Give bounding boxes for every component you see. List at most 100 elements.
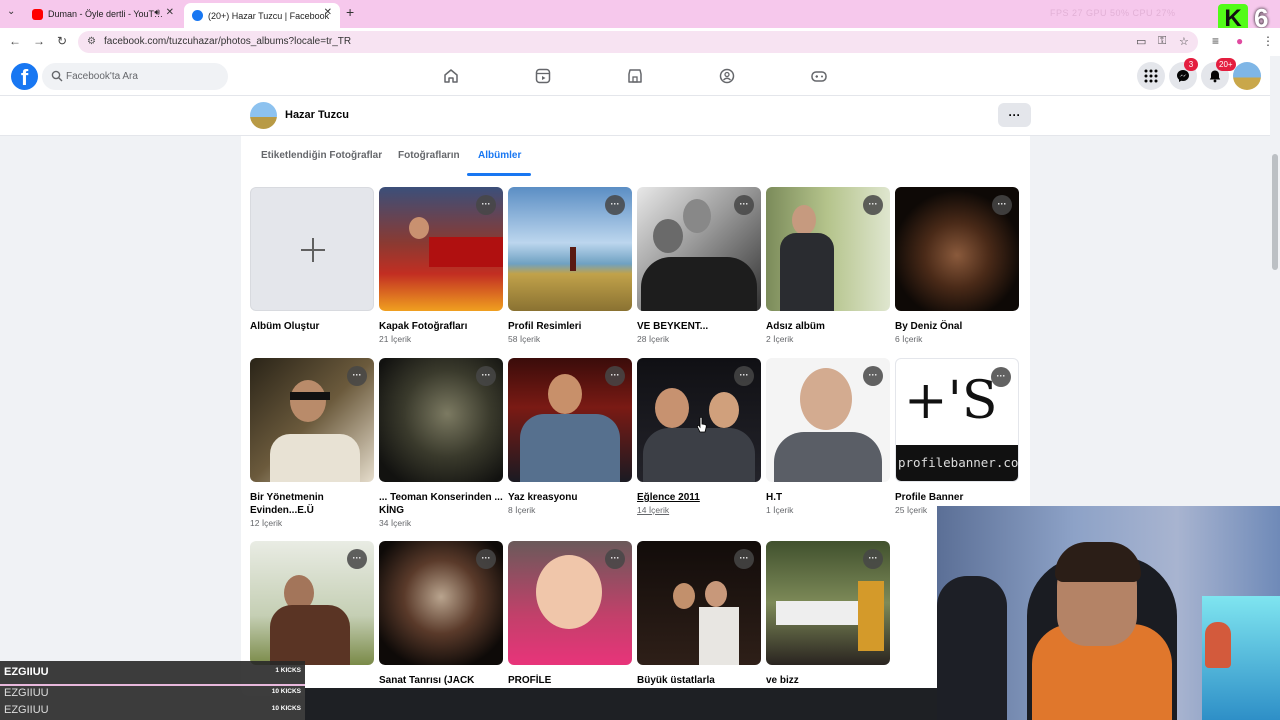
album-title[interactable]: Adsız albüm bbox=[766, 320, 890, 333]
album-options-icon[interactable]: ··· bbox=[347, 366, 367, 386]
album-card[interactable]: ··· Adsız albüm 2 İçerik bbox=[766, 187, 890, 344]
tab-albums[interactable]: Albümler bbox=[478, 150, 521, 161]
album-card[interactable]: ··· PROFİLE bbox=[508, 541, 632, 686]
tab-your-photos[interactable]: Fotoğrafların bbox=[398, 150, 460, 161]
album-thumbnail[interactable]: ··· bbox=[379, 541, 503, 665]
album-thumbnail[interactable]: ··· bbox=[250, 541, 374, 665]
profile-more-button[interactable]: ··· bbox=[998, 103, 1031, 127]
album-thumbnail[interactable]: ··· bbox=[508, 541, 632, 665]
album-options-icon[interactable]: ··· bbox=[734, 549, 754, 569]
tab-search-icon[interactable]: ⌄ bbox=[7, 6, 15, 17]
album-thumbnail[interactable]: ··· bbox=[766, 187, 890, 311]
album-thumbnail[interactable]: +'S profilebanner.com ··· bbox=[895, 358, 1019, 482]
scrollbar-thumb[interactable] bbox=[1272, 154, 1278, 270]
album-thumbnail[interactable]: ··· bbox=[379, 358, 503, 482]
album-options-icon[interactable]: ··· bbox=[991, 367, 1011, 387]
bookmark-star-icon[interactable]: ☆ bbox=[1179, 35, 1189, 48]
album-options-icon[interactable]: ··· bbox=[863, 366, 883, 386]
album-title[interactable]: PROFİLE bbox=[508, 674, 632, 687]
album-thumbnail[interactable] bbox=[250, 187, 374, 311]
album-title[interactable]: ... Teoman Konserinden ... KİNG bbox=[379, 491, 503, 517]
album-card[interactable]: ··· Sanat Tanrısı (JACK bbox=[379, 541, 503, 686]
album-title[interactable]: Eğlence 2011 bbox=[637, 491, 761, 504]
facebook-logo-icon[interactable]: f bbox=[11, 63, 38, 90]
profile-name[interactable]: Hazar Tuzcu bbox=[285, 109, 349, 121]
album-title[interactable]: By Deniz Önal bbox=[895, 320, 1019, 333]
gaming-icon[interactable] bbox=[810, 67, 828, 85]
album-title[interactable]: Sanat Tanrısı (JACK bbox=[379, 674, 503, 687]
tab-tagged-photos[interactable]: Etiketlendiğin Fotoğraflar bbox=[261, 150, 382, 161]
album-title[interactable]: H.T bbox=[766, 491, 890, 504]
album-card[interactable]: ··· bbox=[250, 541, 374, 665]
password-key-icon[interactable]: ⚿ bbox=[1158, 35, 1166, 48]
close-tab-icon[interactable]: ✕ bbox=[324, 7, 332, 18]
album-thumbnail[interactable]: ··· bbox=[637, 541, 761, 665]
album-title[interactable]: Yaz kreasyonu bbox=[508, 491, 632, 504]
album-title[interactable]: Albüm Oluştur bbox=[250, 320, 374, 333]
album-options-icon[interactable]: ··· bbox=[605, 549, 625, 569]
album-title[interactable]: VE BEYKENT... bbox=[637, 320, 761, 333]
reels-icon[interactable] bbox=[534, 67, 552, 85]
album-options-icon[interactable]: ··· bbox=[734, 195, 754, 215]
address-bar[interactable]: ⚙ facebook.com/tuzcuhazar/photos_albums?… bbox=[78, 31, 1198, 53]
album-card[interactable]: ··· ve bizz bbox=[766, 541, 890, 686]
url-text[interactable]: facebook.com/tuzcuhazar/photos_albums?lo… bbox=[104, 36, 351, 47]
album-card[interactable]: ··· Büyük üstatlarla bbox=[637, 541, 761, 686]
album-card[interactable]: ··· VE BEYKENT... 28 İçerik bbox=[637, 187, 761, 344]
close-tab-icon[interactable]: ✕ bbox=[166, 7, 174, 18]
album-options-icon[interactable]: ··· bbox=[347, 549, 367, 569]
album-card[interactable]: ··· Profil Resimleri 58 İçerik bbox=[508, 187, 632, 344]
tab-youtube[interactable]: Duman - Öyle dertli - YouT… 🔊︎ ✕ bbox=[26, 3, 182, 25]
album-title[interactable]: Kapak Fotoğrafları bbox=[379, 320, 503, 333]
tab-facebook[interactable]: (20+) Hazar Tuzcu | Facebook ✕ bbox=[184, 3, 340, 28]
home-icon[interactable] bbox=[442, 67, 460, 85]
album-title[interactable]: Profil Resimleri bbox=[508, 320, 632, 333]
album-thumbnail[interactable]: ··· bbox=[766, 541, 890, 665]
album-title[interactable]: Bir Yönetmenin Evinden...E.Ü bbox=[250, 491, 374, 517]
back-icon[interactable]: ← bbox=[9, 34, 21, 48]
album-thumbnail[interactable]: ··· bbox=[508, 358, 632, 482]
speaker-icon[interactable]: 🔊︎ bbox=[154, 7, 160, 18]
album-options-icon[interactable]: ··· bbox=[863, 195, 883, 215]
album-thumbnail[interactable]: ··· bbox=[508, 187, 632, 311]
media-control-icon[interactable]: ≡ bbox=[1212, 34, 1219, 48]
create-album-card[interactable]: Albüm Oluştur bbox=[250, 187, 374, 332]
album-options-icon[interactable]: ··· bbox=[734, 366, 754, 386]
forward-icon[interactable]: → bbox=[33, 34, 45, 48]
album-options-icon[interactable]: ··· bbox=[992, 195, 1012, 215]
cast-icon[interactable]: ▭ bbox=[1136, 35, 1146, 48]
groups-icon[interactable] bbox=[718, 67, 736, 85]
album-title[interactable]: Büyük üstatlarla bbox=[637, 674, 761, 687]
new-tab-button[interactable]: + bbox=[346, 4, 354, 20]
notifications-button[interactable]: 20+ bbox=[1201, 58, 1236, 90]
album-title[interactable]: ve bizz bbox=[766, 674, 890, 687]
album-card[interactable]: ··· By Deniz Önal 6 İçerik bbox=[895, 187, 1019, 344]
album-options-icon[interactable]: ··· bbox=[476, 366, 496, 386]
album-thumbnail[interactable]: ··· bbox=[895, 187, 1019, 311]
album-thumbnail[interactable]: ··· bbox=[637, 187, 761, 311]
profile-avatar[interactable] bbox=[250, 102, 277, 129]
browser-menu-icon[interactable]: ⋮ bbox=[1262, 34, 1274, 48]
album-card[interactable]: ··· Yaz kreasyonu 8 İçerik bbox=[508, 358, 632, 515]
account-avatar[interactable] bbox=[1233, 62, 1261, 90]
menu-grid-button[interactable] bbox=[1137, 62, 1165, 90]
album-options-icon[interactable]: ··· bbox=[476, 195, 496, 215]
marketplace-icon[interactable] bbox=[626, 67, 644, 85]
album-card[interactable]: ··· Kapak Fotoğrafları 21 İçerik bbox=[379, 187, 503, 344]
album-card[interactable]: ··· Bir Yönetmenin Evinden...E.Ü 12 İçer… bbox=[250, 358, 374, 528]
album-options-icon[interactable]: ··· bbox=[863, 549, 883, 569]
album-card[interactable]: ··· H.T 1 İçerik bbox=[766, 358, 890, 515]
profile-icon[interactable]: ● bbox=[1236, 34, 1243, 48]
album-thumbnail[interactable]: ··· bbox=[250, 358, 374, 482]
album-title[interactable]: Profile Banner bbox=[895, 491, 1019, 504]
messenger-button[interactable]: 3 bbox=[1169, 58, 1198, 90]
album-card[interactable]: +'S profilebanner.com ··· Profile Banner… bbox=[895, 358, 1019, 515]
album-options-icon[interactable]: ··· bbox=[605, 366, 625, 386]
reload-icon[interactable]: ↻ bbox=[57, 34, 67, 48]
album-thumbnail[interactable]: ··· bbox=[766, 358, 890, 482]
search-input[interactable] bbox=[42, 63, 228, 90]
album-thumbnail[interactable]: ··· bbox=[379, 187, 503, 311]
album-options-icon[interactable]: ··· bbox=[476, 549, 496, 569]
site-info-icon[interactable]: ⚙ bbox=[87, 36, 96, 47]
album-card[interactable]: ··· ... Teoman Konserinden ... KİNG 34 İ… bbox=[379, 358, 503, 528]
